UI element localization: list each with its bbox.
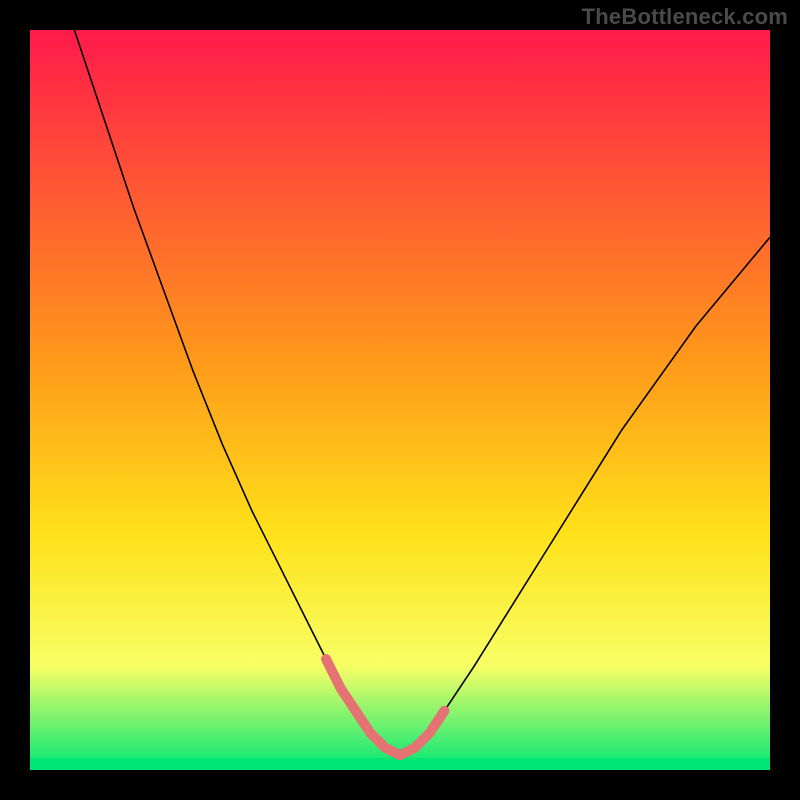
chart-frame: TheBottleneck.com <box>0 0 800 800</box>
plot-area <box>30 30 770 770</box>
gradient-background <box>30 30 770 770</box>
watermark-text: TheBottleneck.com <box>582 4 788 30</box>
chart-svg <box>30 30 770 770</box>
